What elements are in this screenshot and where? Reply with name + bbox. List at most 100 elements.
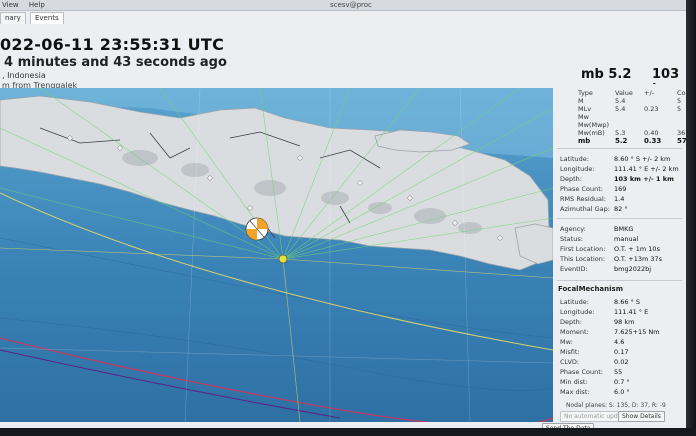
mag-type: M: [578, 97, 584, 105]
field-value: 8.60 ° S +/- 2 km: [614, 155, 671, 163]
window-titlebar: View Help scesv@proc: [0, 0, 686, 11]
mag-type: Mw(Mwp): [578, 121, 610, 129]
mag-value: 5.4: [615, 105, 626, 113]
location-latitude: Latitude: 8.60 ° S +/- 2 km: [560, 154, 685, 164]
field-label: Latitude:: [560, 298, 589, 306]
field-label: RMS Residual:: [560, 195, 606, 203]
divider: [557, 280, 682, 281]
field-label: Agency:: [560, 225, 586, 233]
focal-clvd: CLVD: 0.02: [560, 357, 685, 367]
mag-count: 5: [677, 97, 682, 105]
focal-longitude: Longitude: 111.41 ° E: [560, 307, 685, 317]
field-label: This Location:: [560, 255, 606, 263]
mag-count: 5: [677, 105, 682, 113]
focal-moment: Moment: 7.625+15 Nm: [560, 327, 685, 337]
epicenter-marker[interactable]: [278, 254, 288, 264]
mag-type: Mw(mB): [578, 129, 605, 137]
magnitude-headline: mb 5.2: [581, 67, 632, 82]
field-label: CLVD:: [560, 358, 580, 366]
mag-error: 0.33: [644, 137, 662, 145]
location-azimuthal-gap: Azimuthal Gap: 82 °: [560, 204, 685, 214]
mag-type: MLv: [578, 105, 592, 113]
map-canvas[interactable]: [0, 88, 553, 422]
focal-phase-count: Phase Count: 55: [560, 367, 685, 377]
focal-latitude: Latitude: 8.66 ° S: [560, 297, 685, 307]
field-label: Depth:: [560, 175, 582, 183]
menu-bar: View Help: [2, 0, 53, 10]
magnitude-table: Type Value +/- Coun M 5.4 5 MLv 5.4 0.23…: [578, 89, 694, 145]
field-value: 8.66 ° S: [614, 298, 640, 306]
nodal-planes: Nodal planes: S: 135, D: 37, R: -9: [566, 402, 666, 409]
magnitude-table-header: Type Value +/- Coun: [578, 89, 694, 97]
menu-help[interactable]: Help: [29, 1, 45, 9]
magnitude-row[interactable]: Mw(Mwp): [578, 121, 688, 129]
mag-type: mb: [578, 137, 591, 145]
focal-mechanism-title: FocalMechanism: [558, 285, 623, 293]
field-label: Longitude:: [560, 308, 595, 316]
field-value: 82 °: [614, 205, 628, 213]
location-phase-count: Phase Count: 169: [560, 184, 685, 194]
tab-summary[interactable]: nary: [0, 12, 26, 24]
field-label: Misfit:: [560, 348, 580, 356]
divider: [557, 148, 682, 149]
field-label: Phase Count:: [560, 185, 603, 193]
origin-first-location: First Location: O.T. + 1m 10s: [560, 244, 685, 254]
focal-max-dist: Max dist: 6.0 °: [560, 387, 685, 397]
tab-bar: nary Events: [0, 12, 66, 24]
event-map[interactable]: [0, 88, 553, 422]
tab-events[interactable]: Events: [29, 12, 64, 24]
field-value: 0.7 °: [614, 378, 630, 386]
field-value: 169: [614, 185, 627, 193]
field-label: Moment:: [560, 328, 589, 336]
mag-count: 36: [677, 129, 686, 137]
event-region: , Indonesia: [2, 71, 46, 80]
field-value: manual: [614, 235, 639, 243]
magnitude-row[interactable]: Mw: [578, 113, 688, 121]
col-value: Value: [615, 89, 633, 97]
field-label: Phase Count:: [560, 368, 603, 376]
monitor-bezel-bottom: [0, 428, 696, 436]
focal-mw: Mw: 4.6: [560, 337, 685, 347]
field-label: Max dist:: [560, 388, 590, 396]
show-details-button[interactable]: Show Details: [618, 411, 665, 422]
monitor-bezel: [686, 0, 696, 436]
magnitude-row-selected[interactable]: mb 5.2 0.33 57: [578, 137, 688, 145]
field-label: Min dist:: [560, 378, 588, 386]
menu-view[interactable]: View: [2, 1, 19, 9]
origin-agency: Agency: BMKG: [560, 224, 685, 234]
field-value: 7.625+15 Nm: [614, 328, 660, 336]
location-rms: RMS Residual: 1.4: [560, 194, 685, 204]
field-value: 0.02: [614, 358, 629, 366]
origin-status: Status: manual: [560, 234, 685, 244]
field-value: 1.4: [614, 195, 625, 203]
location-longitude: Longitude: 111.41 ° E +/- 2 km: [560, 164, 685, 174]
magnitude-row[interactable]: M 5.4 5: [578, 97, 688, 105]
origin-event-id: EventID: bmg2022bj: [560, 264, 685, 274]
field-value: BMKG: [614, 225, 634, 233]
field-label: Depth:: [560, 318, 582, 326]
field-value: 111.41 ° E +/- 2 km: [614, 165, 679, 173]
divider: [557, 218, 682, 219]
field-value: bmg2022bj: [614, 265, 652, 273]
field-value: 98 km: [614, 318, 635, 326]
event-time: 022-06-11 23:55:31 UTC: [0, 35, 225, 54]
focal-min-dist: Min dist: 0.7 °: [560, 377, 685, 387]
mag-value: 5.3: [615, 129, 626, 137]
mag-error: 0.23: [644, 105, 659, 113]
magnitude-row[interactable]: Mw(mB) 5.3 0.40 36: [578, 129, 688, 137]
field-value: 6.0 °: [614, 388, 630, 396]
field-value: 0.17: [614, 348, 629, 356]
focal-misfit: Misfit: 0.17: [560, 347, 685, 357]
field-label: Azimuthal Gap:: [560, 205, 610, 213]
field-value: 55: [614, 368, 623, 376]
mag-type: Mw: [578, 113, 589, 121]
location-depth: Depth: 103 km +/- 1 km: [560, 174, 685, 184]
magnitude-row[interactable]: MLv 5.4 0.23 5: [578, 105, 688, 113]
event-details-panel: Type Value +/- Coun M 5.4 5 MLv 5.4 0.23…: [553, 84, 694, 424]
focal-depth: Depth: 98 km: [560, 317, 685, 327]
focal-mechanism-beachball[interactable]: [245, 217, 269, 241]
window-title: scesv@proc: [330, 1, 372, 9]
field-label: First Location:: [560, 245, 606, 253]
mag-value: 5.2: [615, 137, 628, 145]
field-label: EventID:: [560, 265, 588, 273]
